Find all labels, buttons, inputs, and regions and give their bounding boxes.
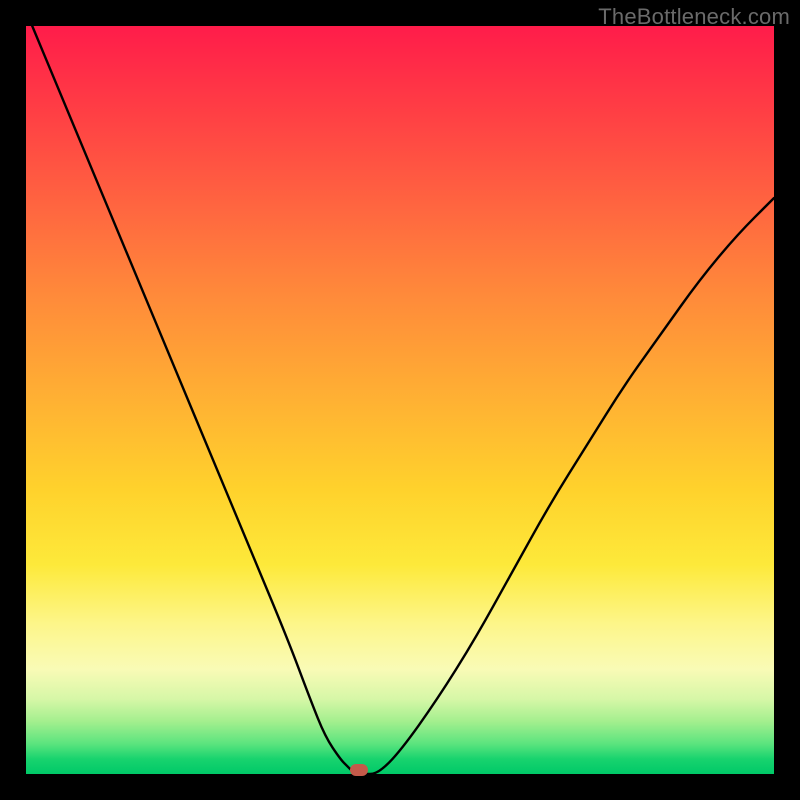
chart-frame: TheBottleneck.com	[0, 0, 800, 800]
valley-marker	[350, 764, 368, 776]
watermark-text: TheBottleneck.com	[598, 4, 790, 30]
curve-path	[26, 11, 774, 774]
plot-area	[26, 26, 774, 774]
bottleneck-curve	[26, 26, 774, 774]
